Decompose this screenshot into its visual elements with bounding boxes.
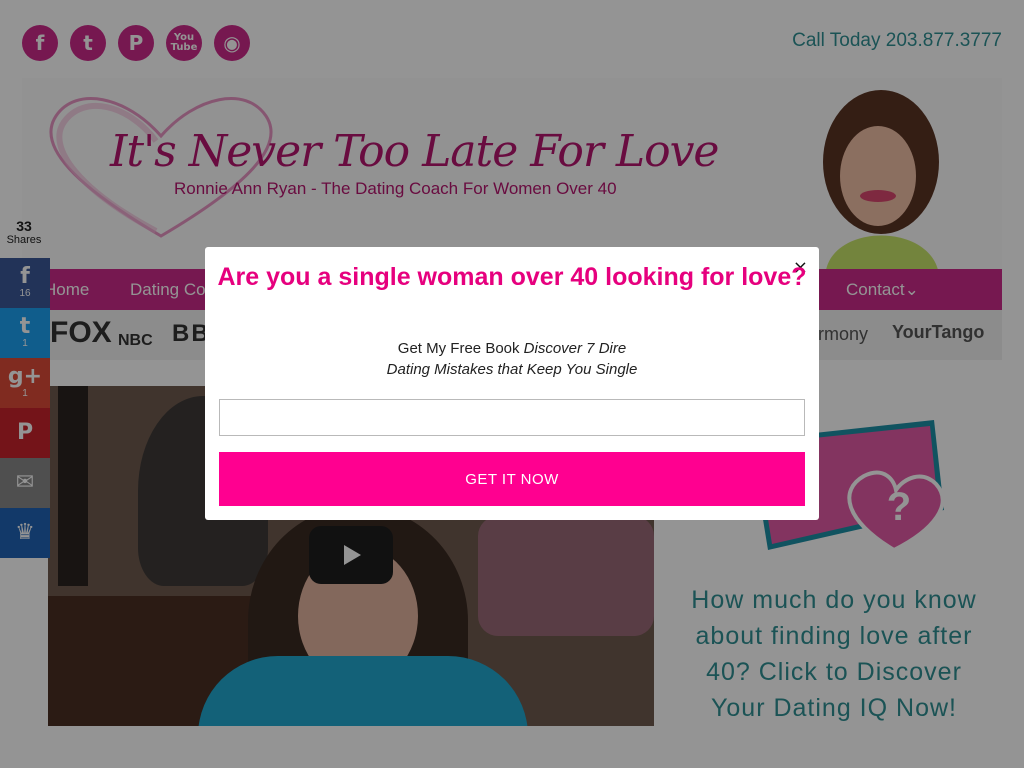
popup-title: Are you a single woman over 40 looking f… — [217, 263, 807, 291]
popup-description: Get My Free Book Discover 7 Dire Dating … — [205, 338, 819, 380]
email-field[interactable] — [219, 399, 805, 436]
popup-book-title-line1: Discover 7 Dire — [523, 340, 627, 357]
optin-popup: × Are you a single woman over 40 looking… — [205, 247, 819, 520]
popup-desc-prefix: Get My Free Book — [397, 340, 524, 357]
popup-book-title-line2: Dating Mistakes that Keep You Single — [386, 361, 638, 378]
get-it-now-button[interactable]: GET IT NOW — [219, 452, 805, 506]
